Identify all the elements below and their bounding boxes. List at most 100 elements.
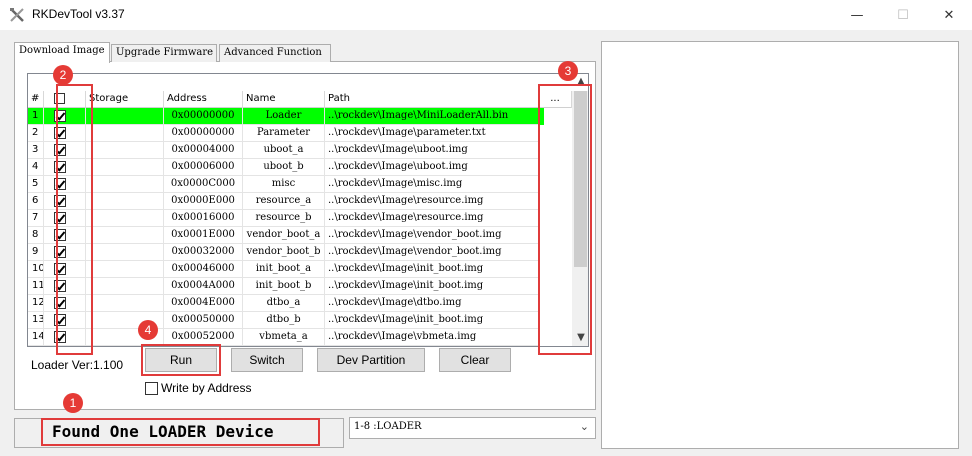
table-row[interactable]: 2 0x00000000 Parameter ..\rockdev\Image\par…	[28, 125, 544, 142]
log-output-panel[interactable]	[601, 41, 959, 449]
row-num-cell: 2	[28, 125, 44, 142]
annotation-box-status	[41, 418, 320, 446]
row-address-cell: 0x00050000	[164, 312, 243, 329]
table-row[interactable]: 13 0x00050000 dtbo_b ..\rockdev\Image\init_…	[28, 312, 544, 329]
row-storage-cell	[86, 210, 164, 227]
row-address-cell: 0x0000E000	[164, 193, 243, 210]
row-path-cell: ..\rockdev\Image\MiniLoaderAll.bin	[325, 108, 539, 125]
table-row[interactable]: 8 0x0001E000 vendor_boot_a ..\rockdev\Image…	[28, 227, 544, 244]
row-address-cell: 0x0001E000	[164, 227, 243, 244]
row-name-cell: vendor_boot_b	[243, 244, 325, 261]
annotation-badge-4: 4	[138, 320, 158, 340]
row-storage-cell	[86, 176, 164, 193]
row-name-cell: uboot_b	[243, 159, 325, 176]
device-select[interactable]: 1-8 :LOADER ⌄	[349, 417, 596, 439]
row-name-cell: init_boot_a	[243, 261, 325, 278]
row-num-cell: 10	[28, 261, 44, 278]
table-row[interactable]: 4 0x00006000 uboot_b ..\rockdev\Image\uboot…	[28, 159, 544, 176]
row-storage-cell	[86, 108, 164, 125]
row-storage-cell	[86, 159, 164, 176]
write-by-address-box[interactable]	[145, 382, 158, 395]
row-path-cell: ..\rockdev\Image\misc.img	[325, 176, 539, 193]
row-storage-cell	[86, 261, 164, 278]
tab-download-image[interactable]: Download Image	[14, 42, 110, 63]
row-name-cell: vendor_boot_a	[243, 227, 325, 244]
chevron-down-icon[interactable]: ⌄	[580, 420, 589, 433]
row-address-cell: 0x0004E000	[164, 295, 243, 312]
row-address-cell: 0x00006000	[164, 159, 243, 176]
row-num-cell: 14	[28, 329, 44, 346]
row-address-cell: 0x00000000	[164, 125, 243, 142]
row-num-cell: 5	[28, 176, 44, 193]
row-path-cell: ..\rockdev\Image\uboot.img	[325, 159, 539, 176]
row-num-cell: 11	[28, 278, 44, 295]
table-row[interactable]: 14 0x00052000 vbmeta_a ..\rockdev\Image\vbm…	[28, 329, 544, 346]
row-storage-cell	[86, 142, 164, 159]
maximize-icon: ☐	[897, 7, 909, 23]
col-header-address[interactable]: Address	[164, 91, 243, 108]
close-button[interactable]: ✕	[926, 0, 972, 30]
device-select-value: 1-8 :LOADER	[354, 421, 422, 432]
table-row[interactable]: 9 0x00032000 vendor_boot_b ..\rockdev\Image…	[28, 244, 544, 261]
col-header-number[interactable]: #	[28, 91, 44, 108]
grid-header: # Storage Address Name Path ...	[28, 91, 588, 108]
row-path-cell: ..\rockdev\Image\init_boot.img	[325, 278, 539, 295]
row-name-cell: init_boot_b	[243, 278, 325, 295]
annotation-box-run	[141, 344, 221, 376]
row-num-cell: 9	[28, 244, 44, 261]
row-num-cell: 6	[28, 193, 44, 210]
col-header-name[interactable]: Name	[243, 91, 325, 108]
row-num-cell: 8	[28, 227, 44, 244]
app-tools-icon	[10, 8, 24, 22]
row-address-cell: 0x00046000	[164, 261, 243, 278]
row-name-cell: resource_b	[243, 210, 325, 227]
col-header-path[interactable]: Path	[325, 91, 539, 108]
row-storage-cell	[86, 295, 164, 312]
row-name-cell: dtbo_a	[243, 295, 325, 312]
annotation-badge-3: 3	[558, 61, 578, 81]
table-row[interactable]: 12 0x0004E000 dtbo_a ..\rockdev\Image\dtbo.…	[28, 295, 544, 312]
minimize-button[interactable]: —	[834, 0, 880, 30]
row-path-cell: ..\rockdev\Image\vendor_boot.img	[325, 244, 539, 261]
row-path-cell: ..\rockdev\Image\init_boot.img	[325, 312, 539, 329]
image-list-grid[interactable]: # Storage Address Name Path ... 1 0x00000…	[27, 73, 589, 347]
title-bar: RKDevTool v3.37 — ☐ ✕	[0, 0, 972, 30]
write-by-address-label: Write by Address	[161, 381, 252, 395]
minimize-icon: —	[850, 7, 864, 23]
switch-button[interactable]: Switch	[231, 348, 303, 372]
row-path-cell: ..\rockdev\Image\parameter.txt	[325, 125, 539, 142]
row-num-cell: 7	[28, 210, 44, 227]
annotation-box-checkboxes	[56, 84, 93, 355]
row-num-cell: 1	[28, 108, 44, 125]
maximize-button[interactable]: ☐	[880, 0, 926, 30]
tab-advanced-function[interactable]: Advanced Function	[219, 44, 331, 62]
row-name-cell: Parameter	[243, 125, 325, 142]
row-address-cell: 0x0004A000	[164, 278, 243, 295]
table-row[interactable]: 5 0x0000C000 misc ..\rockdev\Image\misc.img	[28, 176, 544, 193]
row-path-cell: ..\rockdev\Image\init_boot.img	[325, 261, 539, 278]
table-row[interactable]: 7 0x00016000 resource_b ..\rockdev\Image\re…	[28, 210, 544, 227]
row-storage-cell	[86, 278, 164, 295]
row-num-cell: 12	[28, 295, 44, 312]
row-address-cell: 0x00016000	[164, 210, 243, 227]
table-row[interactable]: 11 0x0004A000 init_boot_b ..\rockdev\Image\…	[28, 278, 544, 295]
loader-version-label: Loader Ver:1.100	[31, 358, 124, 372]
clear-button[interactable]: Clear	[439, 348, 511, 372]
tab-upgrade-firmware[interactable]: Upgrade Firmware	[111, 44, 217, 62]
row-name-cell: resource_a	[243, 193, 325, 210]
row-storage-cell	[86, 193, 164, 210]
window-title: RKDevTool v3.37	[32, 7, 125, 21]
close-icon: ✕	[943, 7, 955, 23]
annotation-badge-2: 2	[53, 65, 73, 85]
table-row[interactable]: 1 0x00000000 Loader ..\rockdev\Image\MiniLo…	[28, 108, 544, 125]
table-row[interactable]: 10 0x00046000 init_boot_a ..\rockdev\Image\…	[28, 261, 544, 278]
dev-partition-button[interactable]: Dev Partition	[317, 348, 425, 372]
table-row[interactable]: 3 0x00004000 uboot_a ..\rockdev\Image\uboot…	[28, 142, 544, 159]
row-num-cell: 4	[28, 159, 44, 176]
table-row[interactable]: 6 0x0000E000 resource_a ..\rockdev\Image\re…	[28, 193, 544, 210]
row-path-cell: ..\rockdev\Image\vendor_boot.img	[325, 227, 539, 244]
row-address-cell: 0x00004000	[164, 142, 243, 159]
row-address-cell: 0x00000000	[164, 108, 243, 125]
col-header-storage[interactable]: Storage	[86, 91, 164, 108]
row-name-cell: vbmeta_a	[243, 329, 325, 346]
